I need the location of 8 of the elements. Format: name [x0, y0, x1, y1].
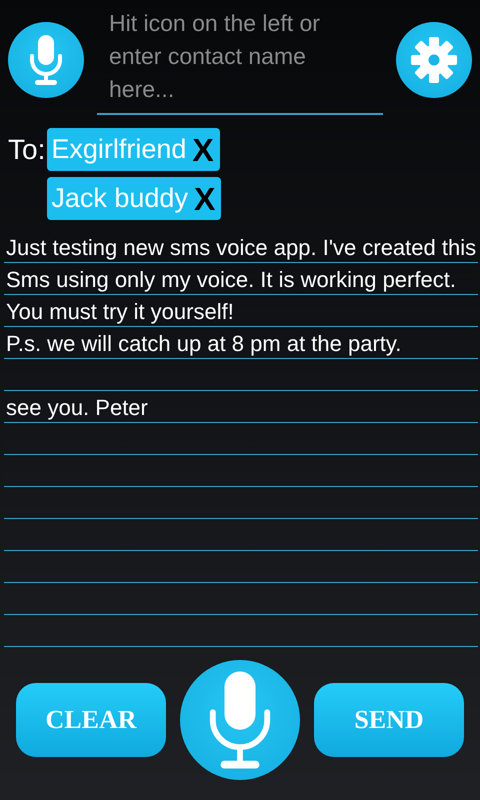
- remove-button[interactable]: X: [190, 178, 216, 218]
- contact-field[interactable]: Hit icon on the left or enter contact name here...: [97, 5, 383, 115]
- settings-icon: [409, 35, 459, 85]
- recipient-name: Jack buddy: [51, 183, 188, 214]
- remove-button[interactable]: X: [188, 130, 214, 170]
- microphone-icon: [29, 34, 63, 86]
- to-label: To:: [8, 133, 46, 167]
- recipient-name: Exgirlfriend: [51, 134, 186, 165]
